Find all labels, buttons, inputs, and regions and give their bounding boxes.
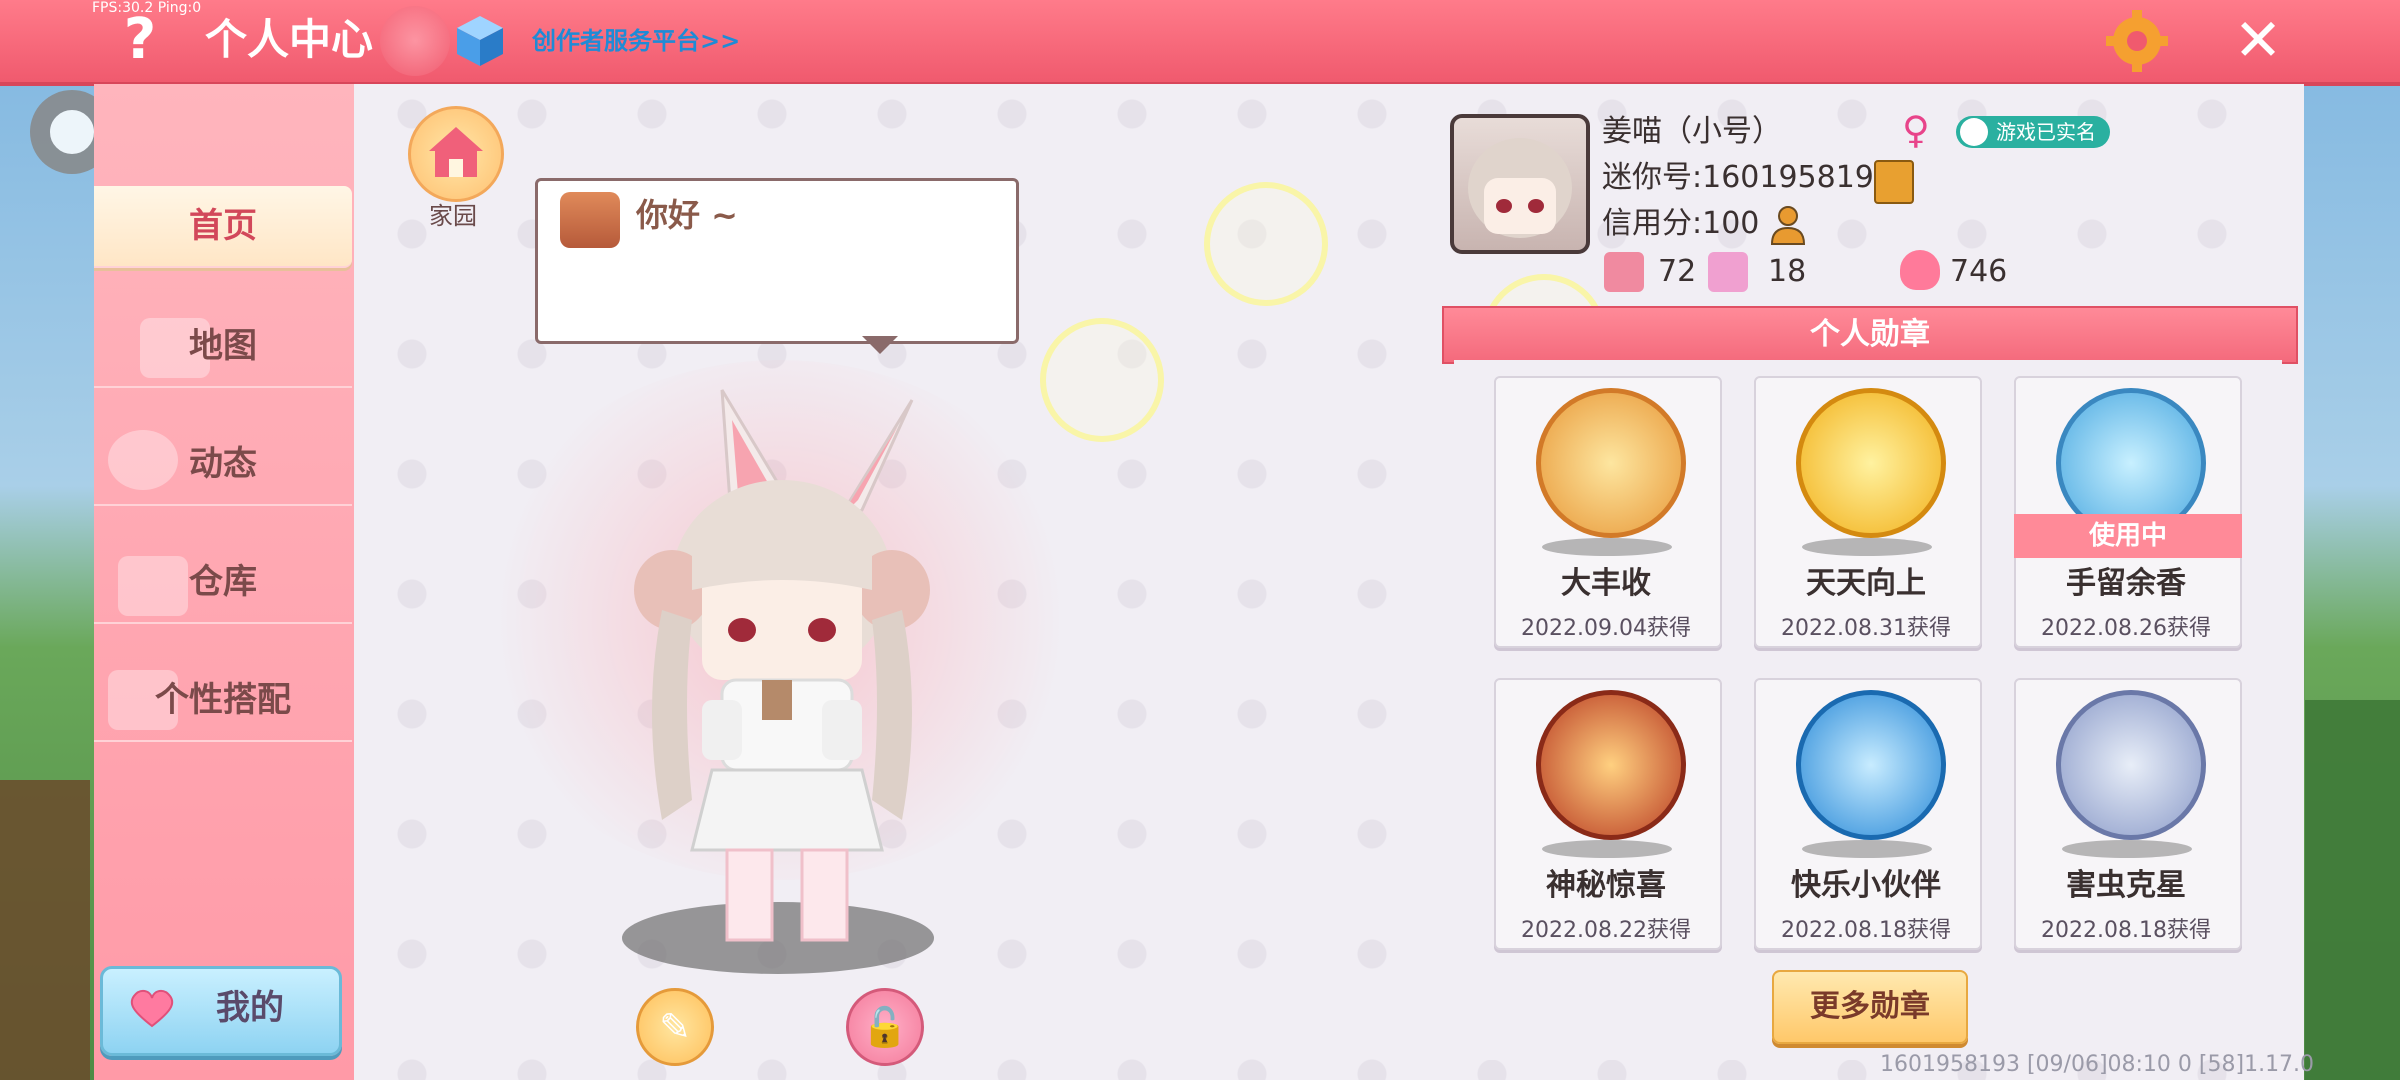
more-badges-button[interactable]: 更多勋章 bbox=[1772, 970, 1968, 1044]
friends-medal-icon bbox=[1796, 690, 1946, 840]
credit-user-icon[interactable] bbox=[1770, 204, 1812, 246]
sidebar-item-feed[interactable]: 动态 bbox=[94, 424, 352, 506]
sidebar-item-map[interactable]: 地图 bbox=[94, 306, 352, 388]
fans-icon bbox=[1708, 252, 1748, 292]
mini-id: 迷你号:1601958193 bbox=[1602, 160, 1893, 195]
badge-date: 2022.08.18获得 bbox=[1781, 918, 1951, 943]
stat-value-fans: 18 bbox=[1768, 254, 1807, 289]
greeting-text: 你好 ~ bbox=[636, 196, 738, 234]
medal-shadow bbox=[2062, 840, 2192, 858]
bookmark-icon bbox=[1604, 252, 1644, 292]
female-icon: ♀ bbox=[1902, 108, 1930, 152]
copy-icon[interactable] bbox=[1874, 160, 1914, 204]
help-icon[interactable]: ? bbox=[110, 8, 170, 72]
in-use-badge: 使用中 bbox=[2014, 514, 2242, 558]
badge-date: 2022.09.04获得 bbox=[1521, 616, 1691, 641]
calendar-medal-icon bbox=[1796, 388, 1946, 538]
unlock-icon: 🔓 bbox=[861, 1005, 909, 1049]
sidebar-item-home[interactable]: 首页 bbox=[94, 186, 352, 268]
stat-value-flame: 746 bbox=[1950, 254, 2008, 289]
bubble-ring bbox=[1204, 182, 1328, 306]
home-icon[interactable] bbox=[408, 106, 504, 202]
page-title: 个人中心 bbox=[205, 15, 374, 64]
profile-name: 姜喵（小号） bbox=[1602, 114, 1782, 149]
cube-icon[interactable] bbox=[455, 14, 505, 68]
edit-button[interactable]: ✎ bbox=[636, 988, 714, 1066]
bubble-tail bbox=[862, 336, 898, 354]
badge-section-title: 个人勋章 bbox=[1442, 306, 2298, 364]
badge-date: 2022.08.26获得 bbox=[2041, 616, 2211, 641]
badge-name: 大丰收 bbox=[1561, 566, 1651, 601]
badge-name: 手留余香 bbox=[2066, 566, 2186, 601]
close-icon[interactable]: ✕ bbox=[2228, 10, 2288, 70]
medal-shadow bbox=[1542, 538, 1672, 556]
gift-medal-icon bbox=[1536, 690, 1686, 840]
badge-name: 快乐小伙伴 bbox=[1791, 868, 1941, 903]
creator-platform-link[interactable]: 创作者服务平台>> bbox=[532, 22, 740, 60]
background-block bbox=[0, 780, 90, 1080]
home-label[interactable]: 家园 bbox=[408, 196, 498, 231]
badge-date: 2022.08.18获得 bbox=[2041, 918, 2211, 943]
flame-icon bbox=[1900, 250, 1940, 290]
title-decoration bbox=[380, 6, 450, 76]
footer-info: 1601958193 [09/06]08:10 0 [58]1.17.0 bbox=[1880, 1052, 2315, 1077]
medal-shadow bbox=[1802, 538, 1932, 556]
sidebar-item-outfit[interactable]: 个性搭配 bbox=[94, 660, 352, 742]
user-verified-icon bbox=[1960, 118, 1988, 146]
stat-value-bookmark: 72 bbox=[1658, 254, 1697, 289]
medal-shadow bbox=[1802, 840, 1932, 858]
lock-button[interactable]: 🔓 bbox=[846, 988, 924, 1066]
pest-medal-icon bbox=[2056, 690, 2206, 840]
profile-avatar[interactable] bbox=[1450, 114, 1590, 254]
badge-date: 2022.08.22获得 bbox=[1521, 918, 1691, 943]
badge-name: 害虫克星 bbox=[2066, 868, 2186, 903]
credit-score: 信用分:100 bbox=[1602, 206, 1760, 241]
pencil-icon: ✎ bbox=[659, 1005, 691, 1049]
mine-label[interactable]: 我的 bbox=[190, 966, 310, 1050]
character-avatar[interactable] bbox=[612, 380, 952, 960]
badge-name: 天天向上 bbox=[1806, 566, 1926, 601]
badge-name: 神秘惊喜 bbox=[1546, 868, 1666, 903]
sidebar-item-warehouse[interactable]: 仓库 bbox=[94, 542, 352, 624]
harvest-medal-icon bbox=[1536, 388, 1686, 538]
badge-date: 2022.08.31获得 bbox=[1781, 616, 1951, 641]
bubble-ring bbox=[1040, 318, 1164, 442]
heart-icon bbox=[130, 990, 174, 1028]
chest-icon bbox=[560, 192, 620, 248]
background-grass bbox=[2305, 700, 2400, 1080]
gear-icon[interactable] bbox=[2104, 8, 2170, 74]
medal-shadow bbox=[1542, 840, 1672, 858]
